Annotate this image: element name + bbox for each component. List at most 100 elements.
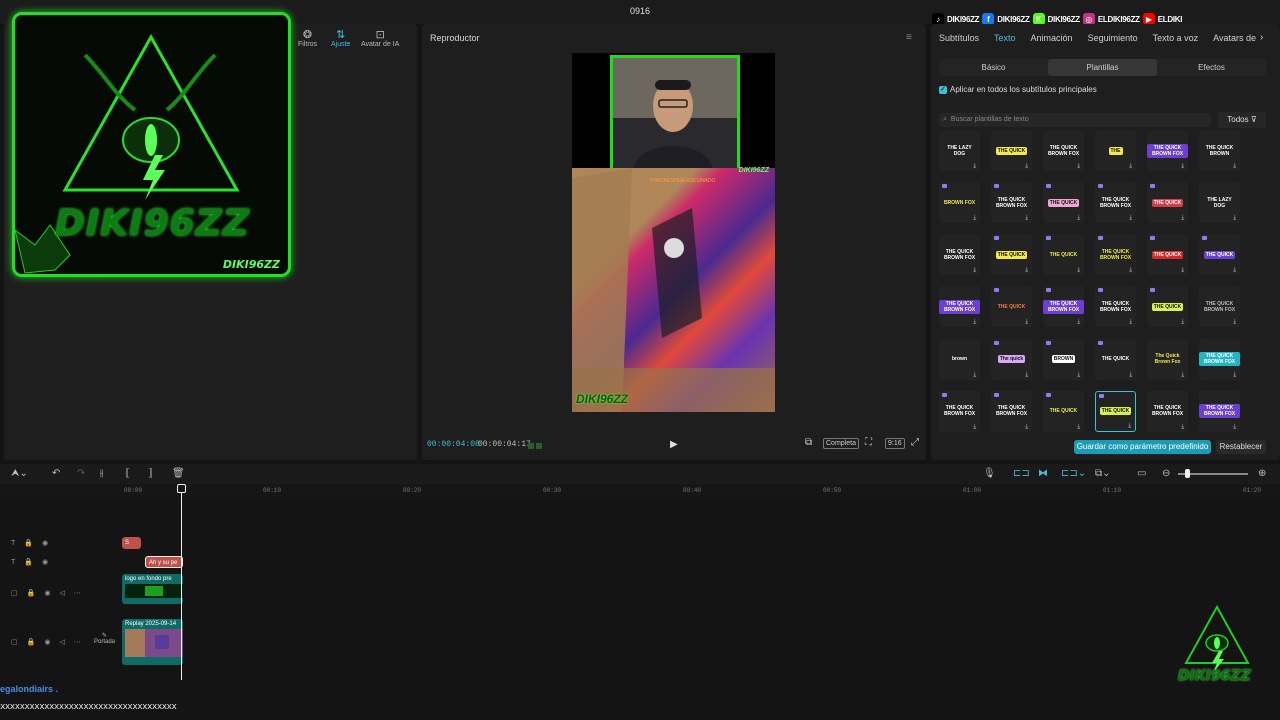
reset-button[interactable]: Restablecer bbox=[1216, 440, 1266, 454]
tab-animation[interactable]: Animación bbox=[1031, 33, 1073, 43]
apply-all-row[interactable]: ✓ Aplicar en todos los subtítulos princi… bbox=[939, 85, 1097, 94]
download-icon[interactable]: ⤓ bbox=[973, 424, 976, 430]
download-icon[interactable]: ⤓ bbox=[1129, 267, 1132, 273]
tab-text[interactable]: Texto bbox=[994, 33, 1016, 43]
download-icon[interactable]: ⤓ bbox=[1128, 423, 1131, 429]
download-icon[interactable]: ⤓ bbox=[1077, 319, 1080, 325]
download-icon[interactable]: ⤓ bbox=[1233, 372, 1236, 378]
text-template[interactable]: THE QUICK ⤓ bbox=[1043, 390, 1084, 432]
text-template[interactable]: THE QUICK BROWN FOX ⤓ bbox=[1199, 286, 1240, 328]
tab-text-to-speech[interactable]: Texto a voz bbox=[1153, 33, 1199, 43]
eye-icon[interactable]: ◉ bbox=[44, 638, 50, 646]
text-template[interactable]: THE QUICK BROWN FOX ⤓ bbox=[1043, 286, 1084, 328]
download-icon[interactable]: ⤓ bbox=[1233, 163, 1236, 169]
download-icon[interactable]: ⤓ bbox=[1077, 267, 1080, 273]
text-template[interactable]: THE QUICK ⤓ bbox=[1095, 390, 1136, 432]
text-template[interactable]: THE QUICK ⤓ bbox=[1147, 182, 1188, 224]
text-template[interactable]: THE LAZY DOG ⤓ bbox=[1199, 182, 1240, 224]
download-icon[interactable]: ⤓ bbox=[1233, 319, 1236, 325]
caption-icon[interactable]: ▭ bbox=[1137, 468, 1146, 479]
text-template[interactable]: THE QUICK ⤓ bbox=[991, 234, 1032, 276]
download-icon[interactable]: ⤓ bbox=[1181, 319, 1184, 325]
trim-left-icon[interactable]: ⟦ bbox=[125, 468, 130, 479]
text-template[interactable]: THE QUICK ⤓ bbox=[991, 130, 1032, 171]
text-template[interactable]: THE QUICK ⤓ bbox=[1147, 286, 1188, 328]
text-template[interactable]: THE QUICK BROWN FOX ⤓ bbox=[939, 234, 980, 276]
download-icon[interactable]: ⤓ bbox=[1025, 215, 1028, 221]
lock-icon[interactable]: 🔒 bbox=[27, 589, 36, 597]
cover-button[interactable]: ✎ Portada bbox=[92, 632, 117, 645]
download-icon[interactable]: ⤓ bbox=[1025, 319, 1028, 325]
zoom-slider-handle[interactable] bbox=[1185, 469, 1190, 478]
expand-icon[interactable]: ⤢ bbox=[911, 437, 919, 448]
text-template[interactable]: THE ⤓ bbox=[1095, 130, 1136, 171]
ratio-button[interactable]: 9:16 bbox=[885, 438, 905, 449]
tab-avatars[interactable]: Avatars de bbox=[1213, 33, 1256, 43]
download-icon[interactable]: ⤓ bbox=[1129, 372, 1132, 378]
download-icon[interactable]: ⤓ bbox=[1181, 424, 1184, 430]
text-template[interactable]: THE QUICK BROWN FOX ⤓ bbox=[1095, 234, 1136, 276]
text-template[interactable]: THE QUICK ⤓ bbox=[1043, 234, 1084, 276]
text-template[interactable]: THE QUICK ⤓ bbox=[1043, 182, 1084, 224]
chevron-right-icon[interactable]: › bbox=[1260, 32, 1263, 43]
download-icon[interactable]: ⤓ bbox=[1025, 267, 1028, 273]
text-template[interactable]: THE QUICK BROWN FOX ⤓ bbox=[939, 286, 980, 328]
download-icon[interactable]: ⤓ bbox=[1025, 424, 1028, 430]
download-icon[interactable]: ⤓ bbox=[1077, 215, 1080, 221]
download-icon[interactable]: ⤓ bbox=[973, 163, 976, 169]
eye-icon[interactable]: ◉ bbox=[44, 589, 50, 597]
overlay-clip[interactable]: logo en fondo pre bbox=[122, 574, 183, 604]
download-icon[interactable]: ⤓ bbox=[1077, 424, 1080, 430]
tab-subtitles[interactable]: Subtítulos bbox=[939, 33, 979, 43]
timeline-ruler[interactable] bbox=[0, 484, 1280, 498]
microphone-icon[interactable]: 🎙 bbox=[983, 468, 996, 479]
link-icon[interactable]: ⧓ bbox=[1038, 468, 1048, 479]
filter-dropdown[interactable]: Todos ⊽ bbox=[1218, 112, 1266, 128]
tab-adjust[interactable]: ⇅ Ajuste bbox=[331, 28, 350, 48]
delete-icon[interactable]: 🗑 bbox=[172, 468, 185, 479]
text-template[interactable]: BROWN ⤓ bbox=[1043, 338, 1084, 380]
menu-icon[interactable]: ≡ bbox=[906, 32, 912, 43]
download-icon[interactable]: ⤓ bbox=[973, 267, 976, 273]
text-template[interactable]: THE QUICK ⤓ bbox=[1147, 234, 1188, 276]
text-template[interactable]: THE QUICK BROWN FOX ⤓ bbox=[1095, 182, 1136, 224]
tab-templates[interactable]: Plantillas bbox=[1048, 59, 1157, 76]
text-template[interactable]: The Quick Brown Fox ⤓ bbox=[1147, 338, 1188, 380]
text-template[interactable]: The quick ⤓ bbox=[991, 338, 1032, 380]
magnet-icon[interactable]: ⊏⊐ bbox=[1013, 468, 1030, 479]
download-icon[interactable]: ⤓ bbox=[1233, 215, 1236, 221]
main-video-clip[interactable]: Replay 2025-09-14 bbox=[122, 619, 183, 665]
fit-button[interactable]: Completa bbox=[823, 438, 859, 449]
text-template[interactable]: THE QUICK BROWN FOX ⤓ bbox=[1199, 390, 1240, 432]
text-template[interactable]: THE QUICK BROWN FOX ⤓ bbox=[991, 182, 1032, 224]
download-icon[interactable]: ⤓ bbox=[1181, 215, 1184, 221]
download-icon[interactable]: ⤓ bbox=[1233, 267, 1236, 273]
text-template[interactable]: THE QUICK BROWN FOX ⤓ bbox=[1147, 390, 1188, 432]
apply-all-checkbox[interactable]: ✓ bbox=[939, 85, 947, 94]
split-icon[interactable]: ⫲ bbox=[100, 468, 103, 479]
snap-icon[interactable]: ⧉⌄ bbox=[1095, 468, 1111, 479]
lock-icon[interactable]: 🔒 bbox=[27, 638, 36, 646]
text-template[interactable]: THE QUICK ⤓ bbox=[1199, 234, 1240, 276]
crop-icon[interactable]: ⧉ bbox=[805, 437, 812, 448]
download-icon[interactable]: ⤓ bbox=[1129, 163, 1132, 169]
download-icon[interactable]: ⤓ bbox=[1181, 267, 1184, 273]
more-icon[interactable]: ⋯ bbox=[74, 589, 81, 597]
download-icon[interactable]: ⤓ bbox=[1181, 163, 1184, 169]
template-search-input[interactable]: ⌕ Buscar plantillas de texto bbox=[939, 113, 1211, 127]
preview-axis-icon[interactable]: ⊏⊐⌄ bbox=[1061, 468, 1086, 479]
download-icon[interactable]: ⤓ bbox=[1233, 424, 1236, 430]
download-icon[interactable]: ⤓ bbox=[973, 372, 976, 378]
text-template[interactable]: BROWN FOX ⤓ bbox=[939, 182, 980, 224]
more-icon[interactable]: ⋯ bbox=[74, 638, 81, 646]
text-template[interactable]: THE QUICK BROWN FOX ⤓ bbox=[1095, 286, 1136, 328]
text-template[interactable]: brown ⤓ bbox=[939, 338, 980, 380]
playhead[interactable] bbox=[181, 490, 182, 680]
text-template[interactable]: THE QUICK ⤓ bbox=[1095, 338, 1136, 380]
tab-effects[interactable]: Efectos bbox=[1157, 59, 1266, 76]
text-template[interactable]: THE QUICK ⤓ bbox=[991, 286, 1032, 328]
video-preview[interactable]: PORTAESPIRE ASESINADO DIKI96ZZ DIKI96ZZ bbox=[572, 53, 775, 412]
trim-right-icon[interactable]: ⟧ bbox=[148, 468, 153, 479]
play-button[interactable]: ▶ bbox=[670, 439, 678, 450]
tab-tracking[interactable]: Seguimiento bbox=[1088, 33, 1138, 43]
